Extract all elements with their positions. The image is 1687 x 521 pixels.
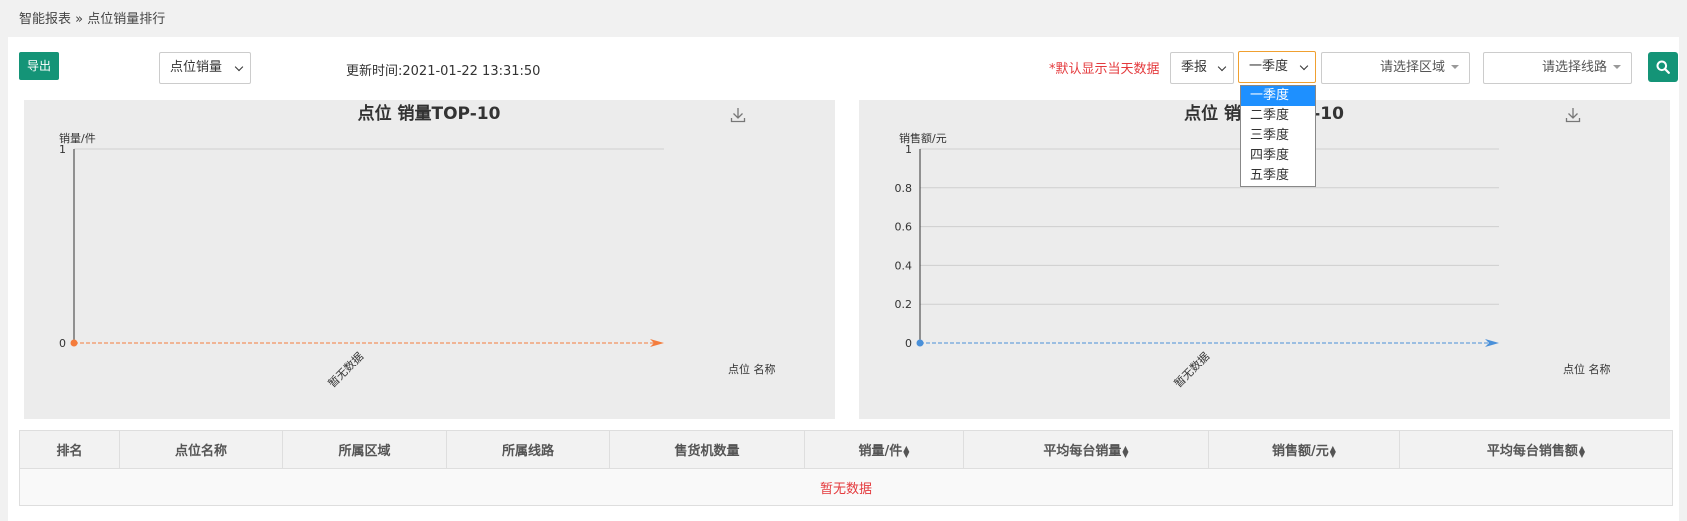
y-tick-label: 0.2 <box>895 298 913 311</box>
x-category-label: 暂无数据 <box>1171 349 1212 390</box>
quarter-option[interactable]: 五季度 <box>1241 166 1315 186</box>
x-category-label: 暂无数据 <box>325 349 366 390</box>
col-point-name[interactable]: 点位名称 <box>119 430 283 469</box>
col-rank[interactable]: 排名 <box>19 430 120 469</box>
x-axis-label: 点位 名称 <box>1563 362 1611 376</box>
default-notice: *默认显示当天数据 <box>1049 62 1160 77</box>
search-button[interactable] <box>1648 52 1678 82</box>
region-picker[interactable]: 请选择区域 <box>1321 52 1470 84</box>
y-tick-label: 0 <box>59 337 66 350</box>
breadcrumb: 智能报表 » 点位销量排行 <box>19 12 166 27</box>
route-placeholder: 请选择线路 <box>1541 60 1607 75</box>
col-machine-count[interactable]: 售货机数量 <box>609 430 805 469</box>
ranking-table: 排名 点位名称 所属区域 所属线路 售货机数量 销量/件▲ ▼ 平均每台销量▲ ▼ … <box>19 430 1673 506</box>
col-sales-amount[interactable]: 销售额/元▲ ▼ <box>1208 430 1400 469</box>
sales-volume-chart-svg: 点位 销量TOP-10 销量/件 点位 名称 01 暂无数据 <box>59 103 776 390</box>
caret-down-icon <box>1613 64 1621 69</box>
period-select[interactable]: 季报 <box>1170 52 1234 84</box>
col-region[interactable]: 所属区域 <box>282 430 447 469</box>
data-point <box>916 339 924 347</box>
sort-icon[interactable]: ▲ ▼ <box>903 444 909 458</box>
chevron-down-icon <box>1299 61 1309 71</box>
y-tick-label: 1 <box>59 143 66 156</box>
region-placeholder: 请选择区域 <box>1379 60 1445 75</box>
metric-select[interactable]: 点位销量 <box>159 52 251 84</box>
update-time: 更新时间:2021-01-22 13:31:50 <box>346 64 541 79</box>
y-tick-label: 0.8 <box>895 182 913 195</box>
export-button[interactable]: 导出 <box>19 52 59 80</box>
chevron-down-icon <box>234 62 244 72</box>
quarter-option[interactable]: 二季度 <box>1241 106 1315 126</box>
sort-icon[interactable]: ▲ ▼ <box>1122 444 1128 458</box>
col-sales-volume[interactable]: 销量/件▲ ▼ <box>804 430 964 469</box>
quarter-option[interactable]: 三季度 <box>1241 126 1315 146</box>
col-route[interactable]: 所属线路 <box>446 430 610 469</box>
table-row: 暂无数据 <box>19 468 1673 506</box>
col-avg-amount[interactable]: 平均每台销售额▲ ▼ <box>1399 430 1673 469</box>
sales-volume-chart: 点位 销量TOP-10 销量/件 点位 名称 01 暂无数据 <box>24 100 835 419</box>
y-tick-label: 0 <box>905 337 912 350</box>
route-picker[interactable]: 请选择线路 <box>1483 52 1632 84</box>
sort-icon[interactable]: ▲ ▼ <box>1330 444 1336 458</box>
period-select-value: 季报 <box>1181 60 1208 75</box>
y-tick-label: 0.4 <box>895 259 913 272</box>
metric-select-value: 点位销量 <box>170 60 223 75</box>
col-avg-volume[interactable]: 平均每台销量▲ ▼ <box>963 430 1209 469</box>
y-tick-label: 1 <box>905 143 912 156</box>
x-axis-label: 点位 名称 <box>728 362 776 376</box>
caret-down-icon <box>1451 64 1459 69</box>
quarter-select[interactable]: 一季度 <box>1238 51 1316 83</box>
data-point <box>70 339 78 347</box>
search-icon <box>1656 60 1670 74</box>
table-header-row: 排名 点位名称 所属区域 所属线路 售货机数量 销量/件▲ ▼ 平均每台销量▲ ▼ … <box>19 430 1673 469</box>
download-icon[interactable] <box>730 107 746 123</box>
y-tick-label: 0.6 <box>895 221 913 234</box>
download-icon[interactable] <box>1565 107 1581 123</box>
quarter-option[interactable]: 四季度 <box>1241 146 1315 166</box>
quarter-option[interactable]: 一季度 <box>1241 86 1315 106</box>
chart-title: 点位 销量TOP-10 <box>358 103 501 124</box>
quarter-dropdown[interactable]: 一季度 二季度 三季度 四季度 五季度 <box>1240 85 1316 187</box>
quarter-select-value: 一季度 <box>1249 59 1289 74</box>
sort-icon[interactable]: ▲ ▼ <box>1579 444 1585 458</box>
empty-message: 暂无数据 <box>19 468 1673 506</box>
chevron-down-icon <box>1217 62 1227 72</box>
